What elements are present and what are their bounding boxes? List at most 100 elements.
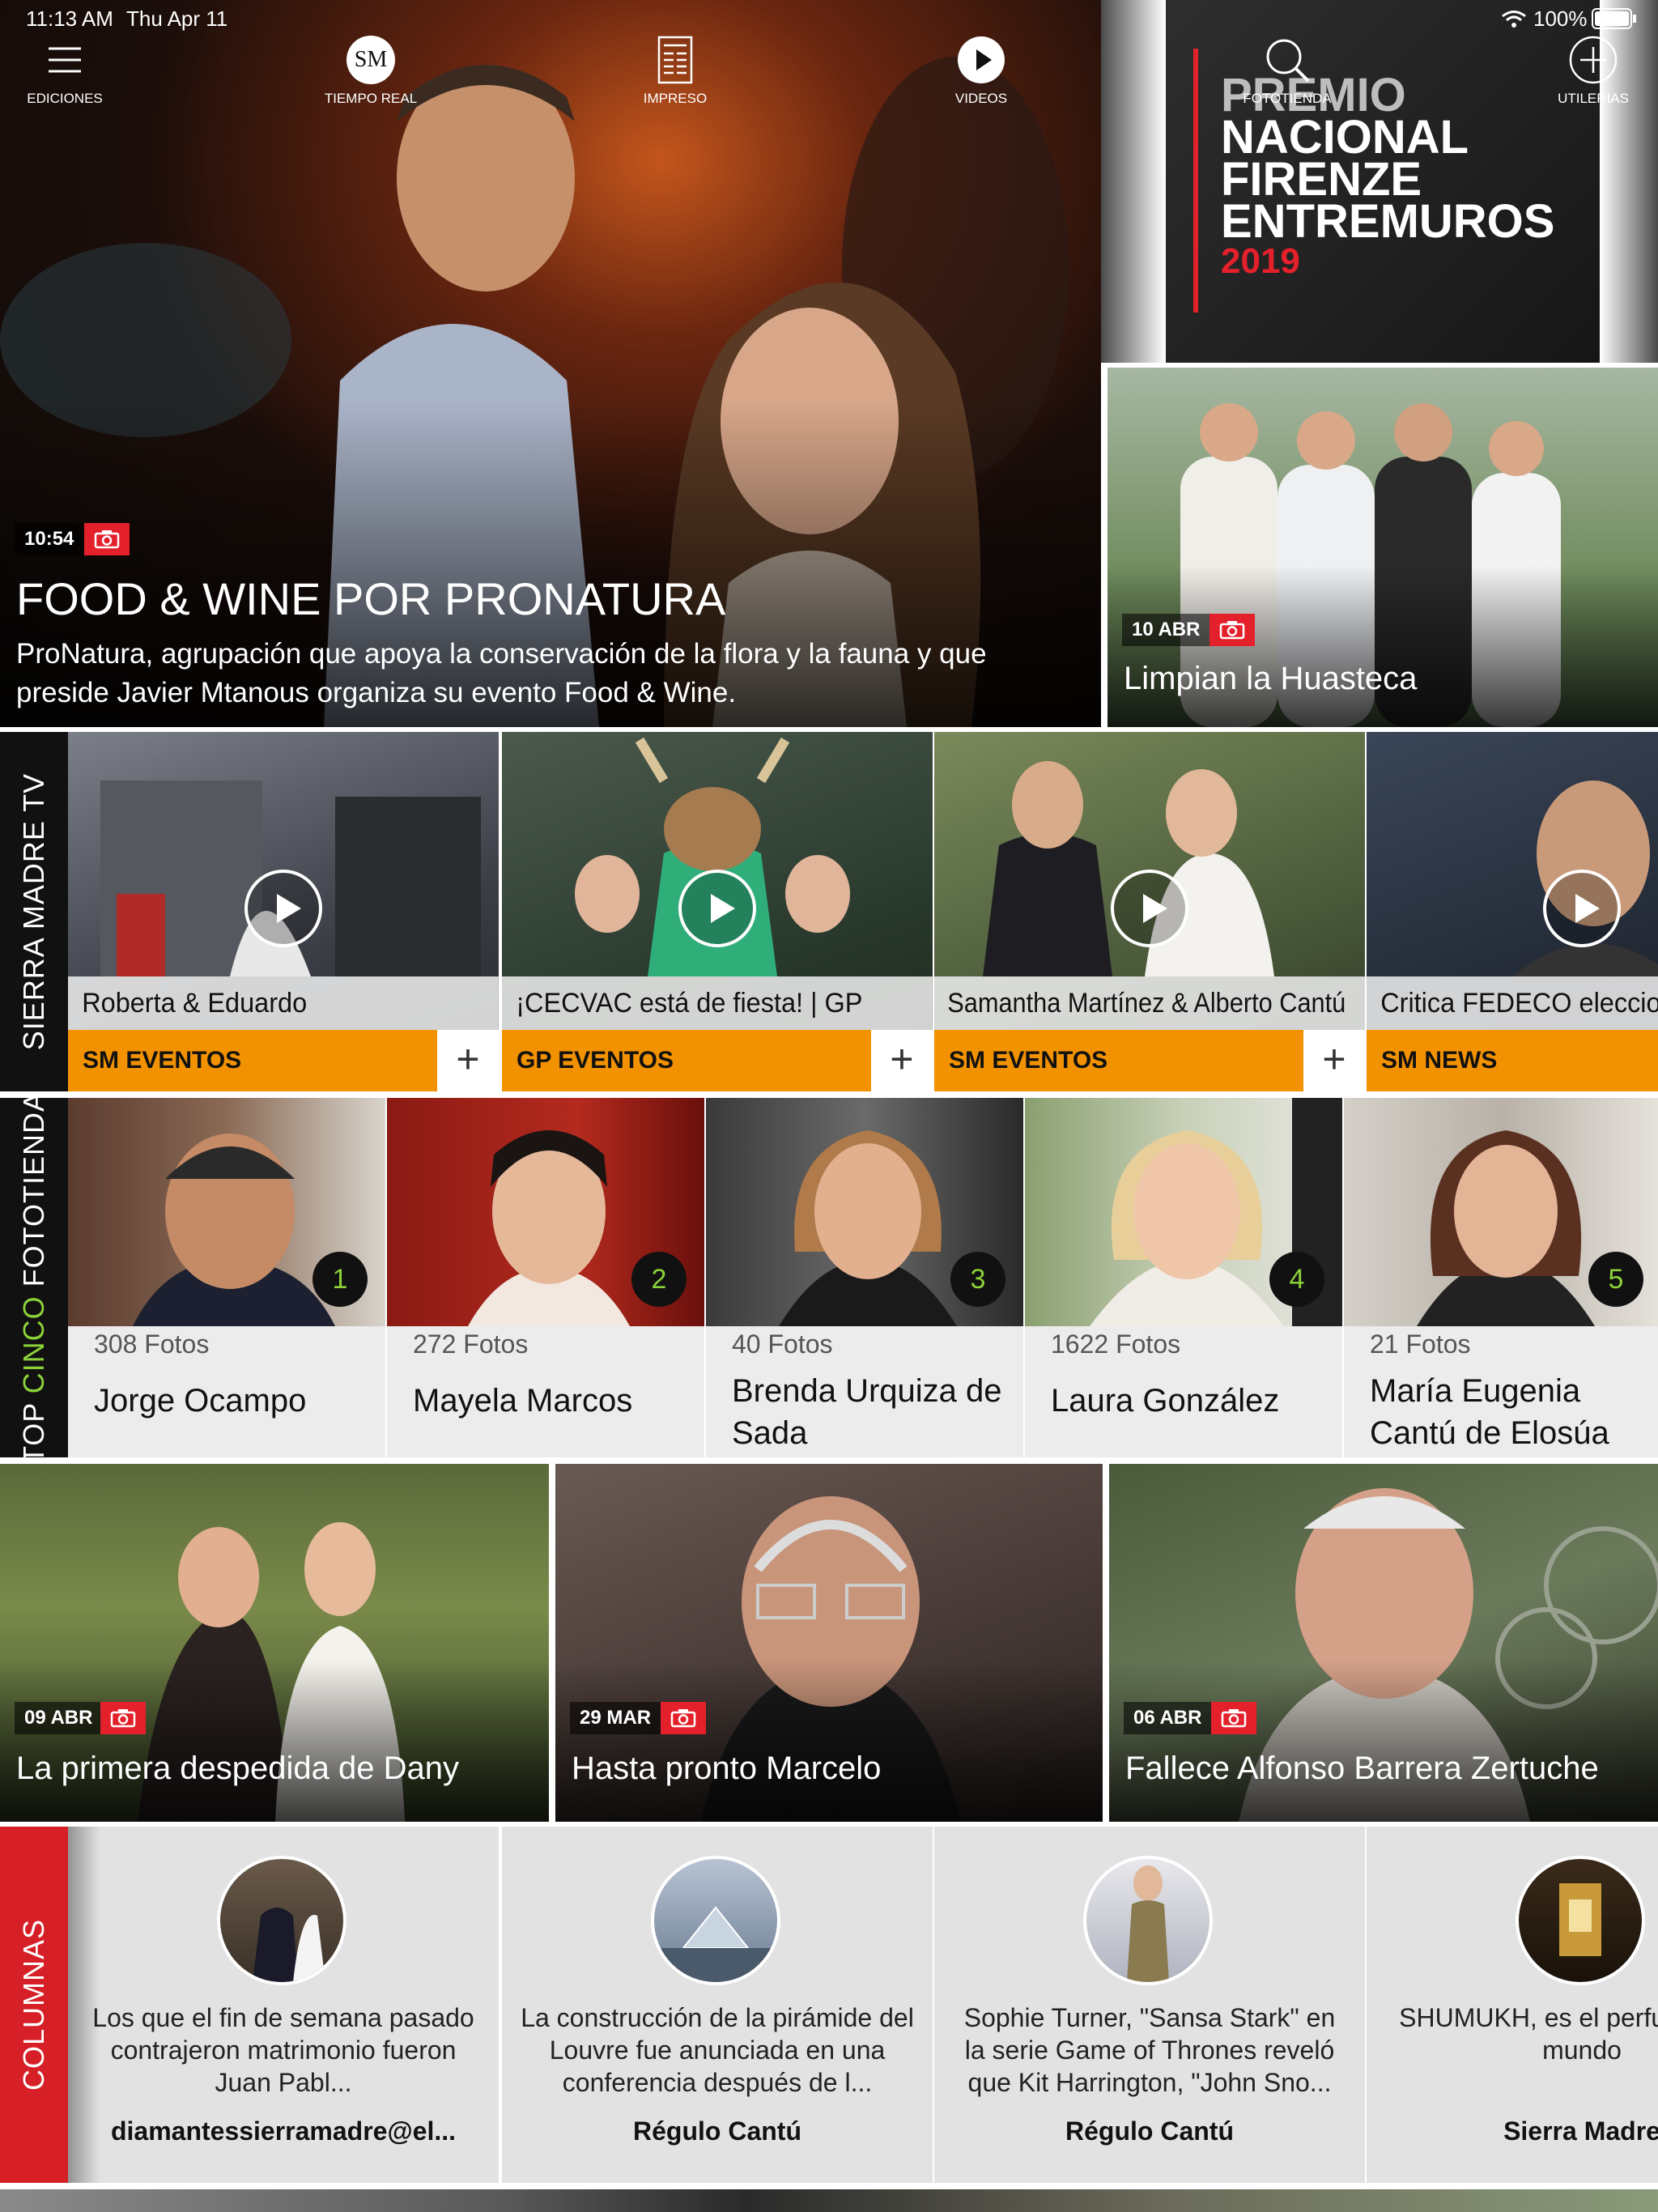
add-button[interactable]: + [1303,1030,1365,1091]
video-card[interactable]: Samantha Martínez & Alberto Cantú SM EVE… [934,732,1365,1091]
side-story-date: 10 ABR [1122,614,1210,646]
photo-count: 1622 Fotos [1051,1329,1181,1359]
add-button[interactable]: + [871,1030,933,1091]
battery-percent: 100% [1533,6,1588,31]
ad-line-4: ENTREMUROS [1221,195,1555,248]
hero-description: ProNatura, agrupación que apoya la conse… [16,638,987,708]
side-story[interactable]: 10 ABR Limpian la Huasteca [1107,368,1658,727]
story-date: 09 ABR [15,1702,103,1734]
column-author: Régulo Cantú [1065,2116,1234,2146]
menu-icon [49,47,81,73]
rank-badge: 4 [1269,1252,1324,1307]
columnas-shadow [68,1827,100,2183]
play-icon [244,870,322,947]
newspaper-icon [657,36,693,84]
photo-count: 21 Fotos [1370,1329,1471,1359]
column-excerpt: SHUMUKH, es el perfu caro del mundo [1399,2003,1658,2065]
top-cinco-label: TOP CINCO FOTOTIENDA [0,1091,68,1464]
video-category: SM NEWS [1367,1030,1658,1091]
sierra-madre-tv-label: SIERRA MADRE TV [0,732,68,1091]
story-card[interactable]: 09 ABR La primera despedida de Dany [0,1464,549,1822]
side-story-gradient [1107,565,1658,727]
video-card[interactable]: Roberta & Eduardo SM EVENTOS + [68,732,499,1091]
video-card[interactable]: Critica FEDECO elecciones de c SM NEWS [1367,732,1658,1091]
story-gradient [555,1661,1103,1822]
side-story-title[interactable]: Limpian la Huasteca [1124,659,1417,698]
top-five-card[interactable]: 3 40 Fotos Brenda Urquiza de Sada [706,1098,1023,1457]
section-label: SIERRA MADRE TV [17,772,50,1051]
column-author: Régulo Cantú [633,2116,801,2146]
column-card[interactable]: Sophie Turner, "Sansa Stark" en la serie… [934,1827,1365,2183]
video-title: ¡CECVAC está de fiesta! | GP [502,976,933,1030]
video-title: Roberta & Eduardo [68,976,499,1030]
videos-label: VIDEOS [954,91,1008,106]
label-top: TOP [17,1393,50,1465]
ediciones-button[interactable]: EDICIONES [0,36,130,117]
camera-icon [661,1702,706,1734]
story-date: 06 ABR [1124,1702,1212,1734]
column-excerpt: Los que el fin de semana pasado contraje… [92,2003,474,2097]
rank-badge: 2 [631,1252,687,1307]
avatar [651,1856,780,1985]
top-five-card[interactable]: 2 272 Fotos Mayela Marcos [387,1098,704,1457]
person-name: Brenda Urquiza de Sada [732,1373,1002,1451]
video-category: GP EVENTOS [502,1030,871,1091]
photo-count: 40 Fotos [732,1329,833,1359]
search-icon [1266,39,1310,83]
utilerias-label: UTILERIAS [1558,91,1629,106]
videos-button[interactable]: VIDEOS [916,36,1046,117]
play-icon [678,870,756,947]
video-category: SM EVENTOS [934,1030,1303,1091]
column-card[interactable]: SHUMUKH, es el perfu caro del mundo Sier… [1367,1827,1658,2183]
video-card[interactable]: ¡CECVAC está de fiesta! | GP GP EVENTOS … [502,732,933,1091]
video-category: SM EVENTOS [68,1030,437,1091]
story-title[interactable]: Hasta pronto Marcelo [572,1749,881,1788]
column-excerpt: La construcción de la pirámide del Louvr… [521,2003,914,2097]
story-title[interactable]: La primera despedida de Dany [16,1749,459,1788]
tiempo-real-button[interactable]: SM TIEMPO REAL [306,36,436,117]
section-label: TOP CINCO FOTOTIENDA [17,1091,51,1464]
hero-title[interactable]: FOOD & WINE POR PRONATURA [16,573,725,625]
avatar [1083,1856,1213,1985]
fototienda-label: FOTOTIENDA [1243,91,1332,106]
ad-red-bar [1193,49,1198,313]
video-thumbnail [1512,781,1658,976]
ad-side-fill-left [1101,0,1166,363]
play-icon [1543,870,1621,947]
camera-icon [84,523,130,555]
video-title: Critica FEDECO elecciones de c [1367,976,1658,1030]
column-excerpt: Sophie Turner, "Sansa Stark" en la serie… [963,2003,1336,2097]
story-gradient [0,1661,549,1822]
section-label: COLUMNAS [17,1918,50,2091]
camera-icon [100,1702,146,1734]
person-name: Laura González [1051,1383,1280,1419]
play-circle-icon [958,36,1005,83]
sm-logo-icon: SM [345,36,397,84]
wifi-icon [1502,11,1526,28]
column-card[interactable]: La construcción de la pirámide del Louvr… [502,1827,933,2183]
impreso-label: IMPRESO [643,91,708,106]
top-five-card[interactable]: 5 21 Fotos María Eugenia Cantú de Elosúa [1344,1098,1658,1457]
top-five-card[interactable]: 1 308 Fotos Jorge Ocampo [68,1098,385,1457]
hero-time: 10:54 [15,523,84,555]
story-card[interactable]: 06 ABR Fallece Alfonso Barrera Zertuche [1109,1464,1658,1822]
utilerias-button[interactable]: UTILERIAS [1528,36,1658,117]
person-name: Mayela Marcos [413,1383,633,1419]
add-button[interactable]: + [437,1030,499,1091]
story-title[interactable]: Fallece Alfonso Barrera Zertuche [1125,1749,1599,1788]
column-author: Sierra Madre [1503,2116,1658,2146]
play-icon [1111,870,1188,947]
person-name: Jorge Ocampo [94,1383,307,1419]
story-card[interactable]: 29 MAR Hasta pronto Marcelo [555,1464,1103,1822]
avatar [1516,1856,1645,1985]
column-card[interactable]: Los que el fin de semana pasado contraje… [68,1827,499,2183]
impreso-button[interactable]: IMPRESO [610,36,740,117]
next-row-preview [0,2189,1658,2212]
label-rest: FOTOTIENDA [17,1091,50,1296]
status-bar: 11:13 AM Thu Apr 11 100% [0,0,1658,36]
rank-badge: 3 [950,1252,1005,1307]
person-name: María Eugenia Cantú de Elosúa [1370,1373,1609,1451]
fototienda-button[interactable]: FOTOTIENDA [1222,36,1352,117]
avatar-image [1559,1883,1601,1956]
top-five-card[interactable]: 4 1622 Fotos Laura González [1025,1098,1342,1457]
